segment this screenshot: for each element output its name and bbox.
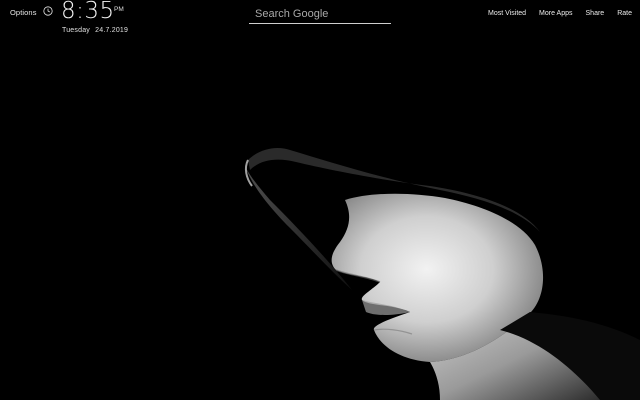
clock-ampm: PM: [114, 6, 124, 13]
weekday-label: Tuesday: [62, 27, 90, 34]
options-link[interactable]: Options: [10, 8, 37, 17]
most-visited-link[interactable]: Most Visited: [488, 10, 526, 17]
date-label: 24.7.2019: [95, 27, 129, 34]
clock-date: Tuesday 24.7.2019: [62, 27, 128, 34]
clock-icon[interactable]: [43, 6, 53, 16]
clock-time: 8:35: [61, 0, 115, 24]
more-apps-link[interactable]: More Apps: [539, 10, 572, 17]
top-navigation: Most Visited More Apps Share Rate: [488, 10, 632, 17]
rate-link[interactable]: Rate: [617, 10, 632, 17]
share-link[interactable]: Share: [586, 10, 605, 17]
search-input[interactable]: [249, 4, 391, 24]
wallpaper-image: [0, 0, 640, 400]
